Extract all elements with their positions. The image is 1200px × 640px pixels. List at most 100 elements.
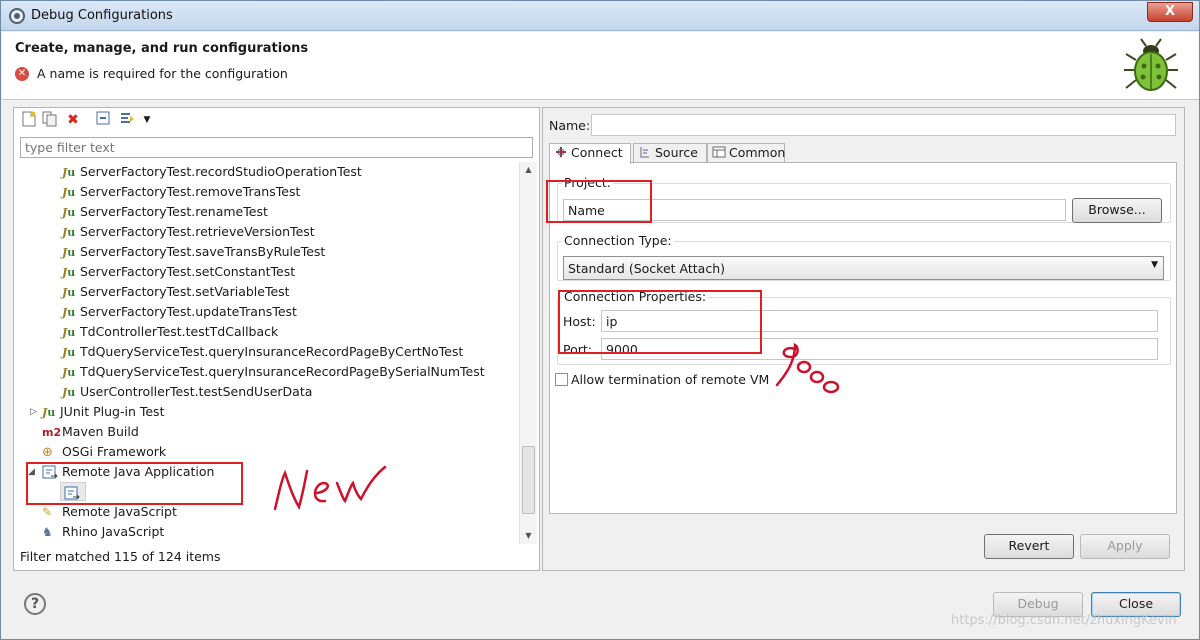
watermark: https://blog.csdn.net/zhuxingKevin <box>951 613 1177 628</box>
allow-termination-checkbox[interactable] <box>555 373 568 386</box>
tree-item-label: Maven Build <box>62 424 139 439</box>
tab-label: Source <box>655 145 698 160</box>
tree-item[interactable]: Ju ServerFactoryTest.updateTransTest <box>62 302 297 322</box>
annotation-box-connection-properties <box>558 290 762 354</box>
tree-item-label: TdQueryServiceTest.queryInsuranceRecordP… <box>80 364 485 379</box>
tab-label: Common <box>729 145 786 160</box>
connect-icon <box>554 145 568 159</box>
new-launch-configuration-icon[interactable] <box>20 111 38 129</box>
tree-item-label: ServerFactoryTest.setVariableTest <box>80 284 290 299</box>
tree-item[interactable]: Ju TdQueryServiceTest.queryInsuranceRecor… <box>62 342 463 362</box>
tree-item-label: Rhino JavaScript <box>62 524 165 539</box>
view-menu-chevron-icon[interactable]: ▼ <box>138 111 156 129</box>
tree-item-label: Remote JavaScript <box>62 504 177 519</box>
allow-termination-label: Allow termination of remote VM <box>571 372 770 387</box>
tree-category-maven-build[interactable]: m2Maven Build <box>42 422 139 442</box>
junit-test-icon: Ju <box>62 226 76 239</box>
tree-item-label: ServerFactoryTest.renameTest <box>80 204 268 219</box>
junit-test-icon: Ju <box>62 346 76 359</box>
dialog-header: Create, manage, and run configurations ✕… <box>2 32 1199 100</box>
window-title: Debug Configurations <box>31 8 173 23</box>
filter-icon[interactable] <box>118 111 136 129</box>
handwritten-9000-annotation <box>775 342 840 394</box>
expand-chevron-icon[interactable]: ▷ <box>30 407 37 417</box>
common-icon <box>712 145 726 159</box>
connection-type-label: Connection Type: <box>562 233 674 248</box>
source-icon <box>638 145 652 159</box>
tree-toolbar: ✖ ▼ <box>14 108 539 132</box>
name-input[interactable] <box>591 114 1176 136</box>
tab-source[interactable]: Source <box>633 143 707 163</box>
collapse-all-icon[interactable] <box>94 111 112 129</box>
name-label: Name: <box>549 118 591 133</box>
tree-item[interactable]: Ju ServerFactoryTest.renameTest <box>62 202 268 222</box>
scroll-thumb[interactable] <box>522 446 535 514</box>
tree-item[interactable]: Ju ServerFactoryTest.retrieveVersionTest <box>62 222 315 242</box>
tree-item-label: OSGi Framework <box>62 444 167 459</box>
remote-javascript-icon: ✎ <box>42 505 53 519</box>
tab-label: Connect <box>571 145 623 160</box>
tree-item[interactable]: Ju ServerFactoryTest.saveTransByRuleTest <box>62 242 325 262</box>
scroll-up-arrow-icon[interactable]: ▲ <box>520 162 537 178</box>
tree-item-label: TdControllerTest.testTdCallback <box>80 324 279 339</box>
scroll-down-arrow-icon[interactable]: ▼ <box>520 528 537 544</box>
tree-category-junit-plugin-test[interactable]: Ju JUnit Plug-in Test <box>42 402 164 422</box>
tree-item[interactable]: Ju TdQueryServiceTest.queryInsuranceRecor… <box>62 362 485 382</box>
junit-test-icon: Ju <box>62 166 76 179</box>
tree-category-osgi-framework[interactable]: ⊕ OSGi Framework <box>42 442 166 462</box>
tree-item-label: TdQueryServiceTest.queryInsuranceRecordP… <box>80 344 464 359</box>
tree-item-label: JUnit Plug-in Test <box>60 404 165 419</box>
tree-item[interactable]: Ju ServerFactoryTest.setVariableTest <box>62 282 290 302</box>
tree-scrollbar[interactable]: ▲ ▼ <box>519 162 537 544</box>
tree-item-label: ServerFactoryTest.recordStudioOperationT… <box>80 164 362 179</box>
dropdown-arrow-icon: ▼ <box>1151 260 1158 270</box>
title-bar[interactable]: Debug Configurations X <box>1 1 1199 31</box>
tree-category-remote-javascript[interactable]: ✎ Remote JavaScript <box>42 502 177 522</box>
tree-category-rhino-javascript[interactable]: ♞ Rhino JavaScript <box>42 522 164 542</box>
maven-icon: m2 <box>42 426 62 439</box>
tree-item-label: ServerFactoryTest.saveTransByRuleTest <box>80 244 326 259</box>
junit-test-icon: Ju <box>62 306 76 319</box>
connection-type-select[interactable]: Standard (Socket Attach) ▼ <box>563 256 1164 280</box>
tree-item[interactable]: Ju ServerFactoryTest.recordStudioOperatio… <box>62 162 362 182</box>
annotation-box-project <box>546 180 652 223</box>
header-title: Create, manage, and run configurations <box>15 41 309 56</box>
annotation-box-remote-java-application <box>26 462 243 505</box>
tree-item-label: UserControllerTest.testSendUserData <box>80 384 313 399</box>
duplicate-icon[interactable] <box>41 111 59 129</box>
tree-item[interactable]: Ju ServerFactoryTest.removeTransTest <box>62 182 300 202</box>
eclipse-icon <box>9 8 25 24</box>
tree-item-label: ServerFactoryTest.retrieveVersionTest <box>80 224 315 239</box>
handwritten-new-annotation <box>273 465 387 511</box>
junit-test-icon: Ju <box>62 326 76 339</box>
bug-icon <box>1124 38 1178 91</box>
junit-test-icon: Ju <box>62 266 76 279</box>
help-icon[interactable]: ? <box>24 593 46 615</box>
delete-icon[interactable]: ✖ <box>64 111 82 129</box>
junit-test-icon: Ju <box>62 206 76 219</box>
tree-item[interactable]: Ju UserControllerTest.testSendUserData <box>62 382 312 402</box>
header-message: A name is required for the configuration <box>37 66 288 81</box>
junit-test-icon: Ju <box>62 386 76 399</box>
junit-test-icon: Ju <box>62 286 76 299</box>
apply-button[interactable]: Apply <box>1080 534 1170 559</box>
tree-item-label: ServerFactoryTest.removeTransTest <box>80 184 301 199</box>
tab-common[interactable]: Common <box>707 143 785 163</box>
tree-item[interactable]: Ju TdControllerTest.testTdCallback <box>62 322 278 342</box>
window-close-button[interactable]: X <box>1147 2 1193 22</box>
revert-button[interactable]: Revert <box>984 534 1074 559</box>
tree-item-label: ServerFactoryTest.updateTransTest <box>80 304 297 319</box>
tree-item-label: ServerFactoryTest.setConstantTest <box>80 264 296 279</box>
junit-plugin-icon: Ju <box>42 406 56 419</box>
junit-test-icon: Ju <box>62 366 76 379</box>
filter-status: Filter matched 115 of 124 items <box>20 549 221 564</box>
connection-type-value: Standard (Socket Attach) <box>568 261 725 276</box>
debug-configurations-window: Debug Configurations X Create, manage, a… <box>0 0 1200 640</box>
osgi-icon: ⊕ <box>42 445 53 460</box>
browse-button[interactable]: Browse... <box>1072 198 1162 223</box>
tree-item[interactable]: Ju ServerFactoryTest.setConstantTest <box>62 262 295 282</box>
filter-input[interactable] <box>20 137 533 158</box>
error-icon: ✕ <box>15 67 29 81</box>
tab-connect[interactable]: Connect <box>549 143 631 164</box>
junit-test-icon: Ju <box>62 246 76 259</box>
